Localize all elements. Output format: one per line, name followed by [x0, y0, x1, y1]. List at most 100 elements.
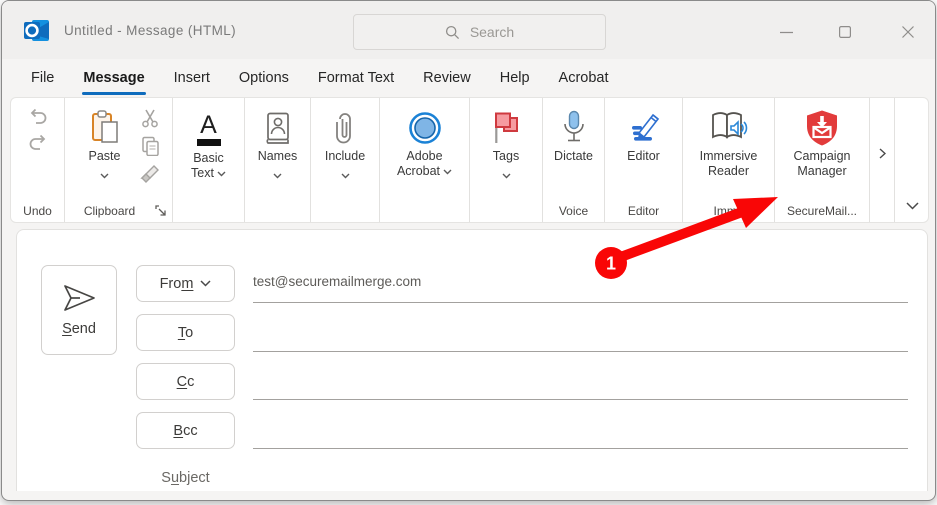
undo-icon[interactable] — [27, 108, 49, 125]
chevron-down-icon — [100, 173, 109, 179]
chevron-down-icon — [273, 173, 282, 179]
tab-file[interactable]: File — [30, 68, 55, 88]
redo-icon[interactable] — [27, 134, 49, 151]
cc-button[interactable]: Cc — [136, 363, 235, 400]
chevron-down-icon — [217, 171, 226, 177]
outlook-message-window: Untitled - Message (HTML) Search File Me… — [1, 0, 936, 501]
adobe-label-1: Adobe — [406, 149, 442, 164]
tab-insert[interactable]: Insert — [173, 68, 211, 88]
tab-review[interactable]: Review — [422, 68, 472, 88]
group-label-immersive: Imme — [683, 204, 774, 218]
tags-button[interactable]: Tags — [470, 98, 542, 184]
dialog-launcher-icon[interactable] — [155, 205, 167, 217]
campaign-label-2: Manager — [797, 164, 846, 179]
ribbon-group-immersive: Immersive Reader Imme — [683, 98, 775, 222]
chevron-down-icon — [341, 173, 350, 179]
menu-bar: File Message Insert Options Format Text … — [30, 59, 610, 97]
tab-options[interactable]: Options — [238, 68, 290, 88]
tab-acrobat[interactable]: Acrobat — [558, 68, 610, 88]
group-label-securemail: SecureMail... — [775, 204, 869, 218]
group-label-editor: Editor — [605, 204, 682, 218]
chevron-down-icon — [443, 169, 452, 175]
title-bar: Untitled - Message (HTML) Search — [2, 1, 935, 59]
ribbon-group-adobe: Adobe Acrobat — [380, 98, 470, 222]
send-label: Send — [62, 321, 96, 337]
tab-message[interactable]: Message — [82, 68, 145, 88]
bcc-field[interactable] — [253, 413, 908, 449]
window-title: Untitled - Message (HTML) — [64, 23, 236, 38]
editor-pencil-icon — [627, 111, 661, 145]
format-painter-icon[interactable] — [140, 164, 160, 184]
paste-button[interactable]: Paste — [78, 98, 132, 184]
close-button[interactable] — [894, 21, 922, 43]
tab-format-text[interactable]: Format Text — [317, 68, 395, 88]
ribbon-overflow-button[interactable] — [870, 98, 895, 222]
campaign-manager-button[interactable]: Campaign Manager — [775, 98, 869, 179]
font-color-icon: A — [200, 112, 217, 138]
compose-area: Send From To Cc Bcc test@securemailmerge… — [16, 229, 928, 491]
ribbon-group-voice: Dictate Voice — [543, 98, 605, 222]
minimize-icon — [780, 26, 793, 39]
dictate-button[interactable]: Dictate — [543, 98, 604, 164]
ribbon-group-names: Names — [245, 98, 311, 222]
immersive-label-1: Immersive — [700, 149, 758, 164]
to-field[interactable] — [253, 316, 908, 352]
campaign-shield-icon — [804, 109, 840, 147]
search-input[interactable]: Search — [353, 14, 606, 50]
ribbon-group-tags: Tags — [470, 98, 543, 222]
ribbon-overflow-icon — [879, 148, 886, 159]
send-button[interactable]: Send — [41, 265, 117, 355]
tab-help[interactable]: Help — [499, 68, 531, 88]
names-button[interactable]: Names — [245, 98, 310, 184]
subject-field[interactable]: Subject — [136, 470, 235, 486]
group-label-voice: Voice — [543, 204, 604, 218]
basic-text-label-1: Basic — [193, 151, 224, 166]
copy-icon[interactable] — [140, 136, 160, 156]
basic-text-button[interactable]: A Basic Text — [173, 98, 244, 181]
from-button[interactable]: From — [136, 265, 235, 302]
flag-icon — [490, 111, 522, 145]
campaign-label-1: Campaign — [794, 149, 851, 164]
basic-text-label-2: Text — [191, 166, 214, 180]
search-icon — [445, 25, 460, 40]
from-field[interactable] — [253, 267, 908, 303]
maximize-icon — [839, 26, 851, 38]
editor-label: Editor — [627, 149, 660, 164]
chevron-down-icon — [200, 280, 211, 287]
include-button[interactable]: Include — [311, 98, 379, 184]
microphone-icon — [560, 110, 588, 146]
ribbon-group-securemail: Campaign Manager SecureMail... — [775, 98, 870, 222]
ribbon-group-include: Include — [311, 98, 380, 222]
adobe-acrobat-icon — [408, 111, 442, 145]
cc-label: Cc — [177, 374, 195, 390]
outlook-icon — [23, 17, 51, 44]
names-label: Names — [258, 149, 298, 164]
cc-field[interactable] — [253, 364, 908, 400]
cut-icon[interactable] — [140, 108, 160, 128]
group-label-undo: Undo — [11, 204, 64, 218]
adobe-label-2: Acrobat — [397, 164, 440, 178]
chevron-down-icon — [502, 173, 511, 179]
close-icon — [902, 26, 914, 38]
editor-button[interactable]: Editor — [605, 98, 682, 164]
address-book-icon — [265, 112, 291, 144]
to-button[interactable]: To — [136, 314, 235, 351]
send-plane-icon — [61, 283, 97, 313]
adobe-acrobat-button[interactable]: Adobe Acrobat — [380, 98, 469, 179]
ribbon-collapse-button[interactable] — [895, 98, 929, 222]
to-label: To — [178, 325, 193, 341]
bcc-button[interactable]: Bcc — [136, 412, 235, 449]
ribbon-group-editor: Editor Editor — [605, 98, 683, 222]
minimize-button[interactable] — [772, 21, 800, 43]
ribbon-group-clipboard: Paste — [65, 98, 173, 222]
ribbon-group-basic-text: A Basic Text — [173, 98, 245, 222]
immersive-reader-button[interactable]: Immersive Reader — [683, 98, 774, 179]
immersive-label-2: Reader — [708, 164, 749, 179]
ribbon-group-undo: Undo — [11, 98, 65, 222]
from-label: From — [160, 276, 194, 292]
bcc-label: Bcc — [173, 423, 197, 439]
ribbon: Undo Paste — [10, 97, 929, 223]
maximize-button[interactable] — [831, 21, 859, 43]
tags-label: Tags — [493, 149, 519, 164]
search-placeholder: Search — [470, 24, 514, 40]
